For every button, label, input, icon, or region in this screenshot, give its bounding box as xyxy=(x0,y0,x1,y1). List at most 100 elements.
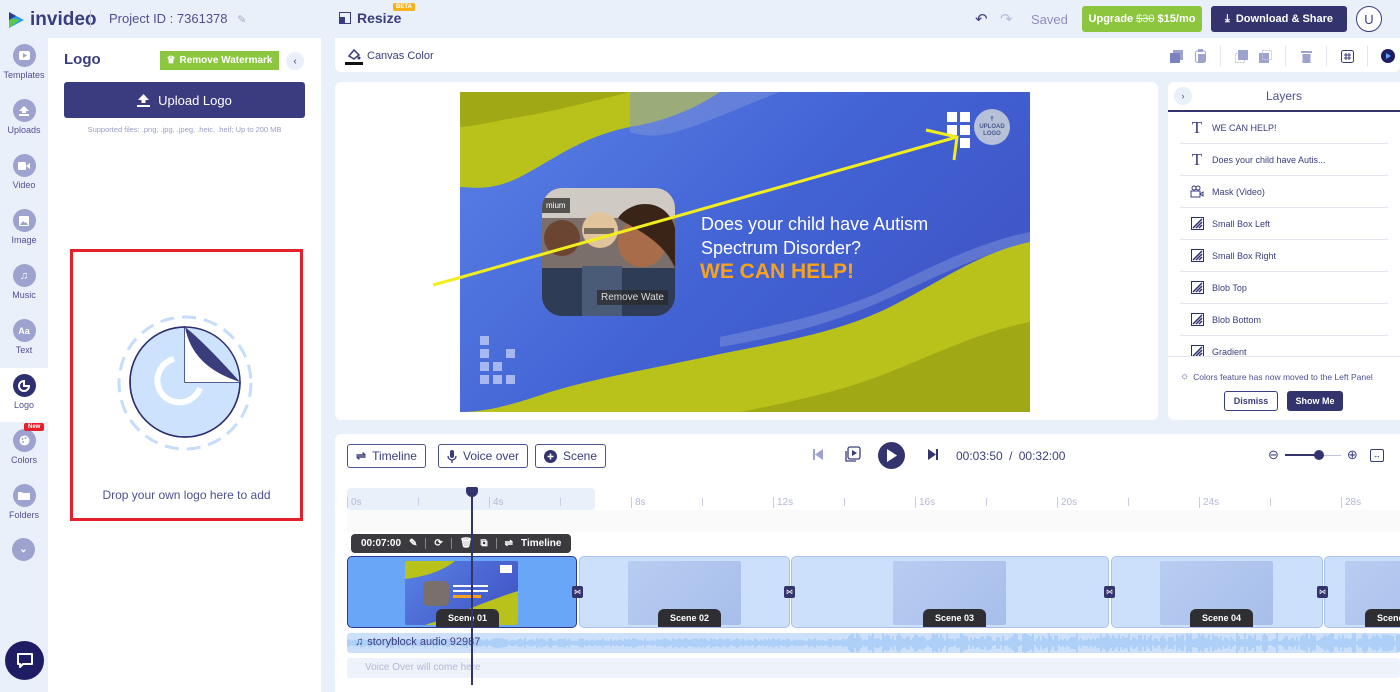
slide-headline[interactable]: Does your child have Autism Spectrum Dis… xyxy=(701,212,1001,260)
loop-preview-button[interactable] xyxy=(845,446,862,463)
preview-play-icon[interactable] xyxy=(1378,47,1398,65)
transition-button[interactable]: ⋈ xyxy=(1104,586,1115,598)
nav-logo[interactable]: Logo xyxy=(0,368,48,422)
slide-canvas[interactable]: mium Remove Wate Does your child have Au… xyxy=(460,92,1030,412)
avatar[interactable]: U xyxy=(1356,6,1382,32)
nav-uploads[interactable]: Uploads xyxy=(0,93,48,147)
nav-label: Image xyxy=(11,235,37,245)
grid-icon[interactable] xyxy=(1337,47,1357,65)
transition-button[interactable]: ⋈ xyxy=(572,586,583,598)
toolbar-divider xyxy=(495,538,497,549)
voice-over-track[interactable]: Voice Over will come here xyxy=(347,658,1400,678)
layer-item[interactable]: Small Box Right xyxy=(1180,240,1388,272)
pencil-icon[interactable]: ✎ xyxy=(237,14,246,26)
upgrade-button[interactable]: Upgrade $30 $15/mo xyxy=(1082,6,1202,32)
nav-colors[interactable]: New Colors xyxy=(0,423,48,477)
canvas-color-button[interactable]: Canvas Color xyxy=(345,47,434,65)
logo-dropzone[interactable]: Drop your own logo here to add xyxy=(70,249,303,521)
timeline-button[interactable]: ⇌ Timeline xyxy=(347,444,426,468)
mask-video-photo[interactable]: mium Remove Wate xyxy=(542,188,675,316)
lightbulb-icon: ☼ xyxy=(1180,371,1190,382)
more-nav-button[interactable]: ⌄ xyxy=(12,538,35,561)
shape-layer-icon xyxy=(1190,249,1204,263)
zoom-slider-handle[interactable] xyxy=(1313,450,1324,460)
toolbar-divider xyxy=(425,538,427,549)
project-id[interactable]: Project ID : 7361378 ✎ xyxy=(109,11,246,26)
scene-label: Scene 05 xyxy=(1365,609,1400,627)
send-backward-icon[interactable] xyxy=(1255,47,1275,65)
scene-card[interactable]: Scene 04 xyxy=(1111,556,1323,628)
transition-button[interactable]: ⋈ xyxy=(1317,586,1328,598)
layer-item[interactable]: Small Box Left xyxy=(1180,208,1388,240)
upload-logo-button[interactable]: Upload Logo xyxy=(64,82,305,118)
colors-moved-notice: ☼ Colors feature has now moved to the Le… xyxy=(1168,356,1400,420)
upload-logo-badge[interactable]: ⤒ UPLOAD LOGO xyxy=(974,109,1010,145)
scene-card[interactable]: Scene 05 xyxy=(1324,556,1400,628)
layer-item[interactable]: T Does your child have Autis... xyxy=(1180,144,1388,176)
layer-label: Small Box Left xyxy=(1212,218,1271,229)
playhead[interactable] xyxy=(466,487,478,685)
add-scene-button[interactable]: Scene xyxy=(535,444,607,468)
timeline-ruler[interactable]: 0s 4s 8s 12s 16s 20s 24s 28s xyxy=(347,488,1400,510)
brand-logo[interactable]: invideo xyxy=(6,9,97,31)
nav-text[interactable]: Aa Text xyxy=(0,313,48,367)
upload-small-icon: ⤒ xyxy=(990,116,994,123)
transition-icon[interactable]: ⟳ xyxy=(434,538,442,549)
nav-label: Video xyxy=(12,180,36,190)
layer-item[interactable]: Blob Bottom xyxy=(1180,304,1388,336)
resize-button[interactable]: Resize xyxy=(339,10,401,26)
scene-timeline-label[interactable]: Timeline xyxy=(521,538,561,549)
undo-icon[interactable]: ↶ xyxy=(975,10,988,28)
skip-forward-button[interactable] xyxy=(928,449,938,460)
nav-video[interactable]: Video xyxy=(0,148,48,202)
ruler-tick-label: 4s xyxy=(489,497,504,508)
scene-label: Scene 02 xyxy=(658,609,722,627)
beta-badge: BETA xyxy=(393,3,415,11)
transition-button[interactable]: ⋈ xyxy=(784,586,795,598)
layers-panel: › Layers T WE CAN HELP! T Does your child … xyxy=(1168,82,1400,420)
play-button[interactable] xyxy=(878,442,905,469)
nav-image[interactable]: Image xyxy=(0,203,48,257)
download-share-button[interactable]: ⤓ Download & Share xyxy=(1211,6,1347,32)
skip-back-button[interactable] xyxy=(813,449,823,460)
copy-icon[interactable] xyxy=(1166,47,1186,65)
layer-item[interactable]: T WE CAN HELP! xyxy=(1180,112,1388,144)
chat-support-button[interactable] xyxy=(5,641,44,680)
scene-duration[interactable]: 00:07:00 xyxy=(361,538,401,549)
voice-over-button[interactable]: Voice over xyxy=(438,444,529,468)
bring-forward-icon[interactable] xyxy=(1231,47,1251,65)
dismiss-button[interactable]: Dismiss xyxy=(1224,391,1278,411)
chat-icon xyxy=(16,652,33,668)
zoom-out-icon[interactable]: ⊖ xyxy=(1268,447,1279,463)
timeline-zoom-slider[interactable] xyxy=(1283,450,1343,460)
edit-duration-icon[interactable]: ✎ xyxy=(409,538,417,549)
layer-item[interactable]: Blob Top xyxy=(1180,272,1388,304)
slide-cta[interactable]: WE CAN HELP! xyxy=(700,260,854,284)
nav-folders[interactable]: Folders xyxy=(0,478,48,532)
panel-title: Logo xyxy=(64,51,101,68)
nav-music[interactable]: ♫ Music xyxy=(0,258,48,312)
collapse-panel-button[interactable]: ‹ xyxy=(286,52,304,70)
show-me-button[interactable]: Show Me xyxy=(1287,391,1343,411)
audio-track[interactable]: ♫ storyblock audio 92987 xyxy=(347,633,1400,653)
scene-card[interactable]: Scene 03 xyxy=(791,556,1109,628)
nav-templates[interactable]: Templates xyxy=(0,38,48,92)
ruler-minor-tick xyxy=(702,498,703,506)
zoom-in-icon[interactable]: ⊕ xyxy=(1347,447,1358,463)
fit-width-icon[interactable]: ↔ xyxy=(1369,448,1384,462)
redo-icon[interactable]: ↷ xyxy=(1000,10,1013,28)
paste-icon[interactable] xyxy=(1190,47,1210,65)
layer-item[interactable]: Mask (Video) xyxy=(1180,176,1388,208)
remove-watermark-button[interactable]: ♛ Remove Watermark xyxy=(160,51,279,70)
text-icon: Aa xyxy=(12,319,36,342)
scene-card[interactable]: Scene 01 xyxy=(347,556,577,628)
ruler-tick-label: 28s xyxy=(1341,497,1361,508)
canvas-actions xyxy=(1164,46,1400,66)
scene-card[interactable]: Scene 02 xyxy=(579,556,790,628)
layer-list[interactable]: T WE CAN HELP! T Does your child have Auti… xyxy=(1168,112,1400,356)
layer-item[interactable]: Gradient xyxy=(1180,336,1388,356)
trash-icon[interactable] xyxy=(1296,47,1316,65)
text-layer-icon: T xyxy=(1191,117,1203,137)
duplicate-scene-icon[interactable]: ⧉ xyxy=(481,538,488,549)
layers-toggle-button[interactable]: › xyxy=(1174,87,1192,105)
